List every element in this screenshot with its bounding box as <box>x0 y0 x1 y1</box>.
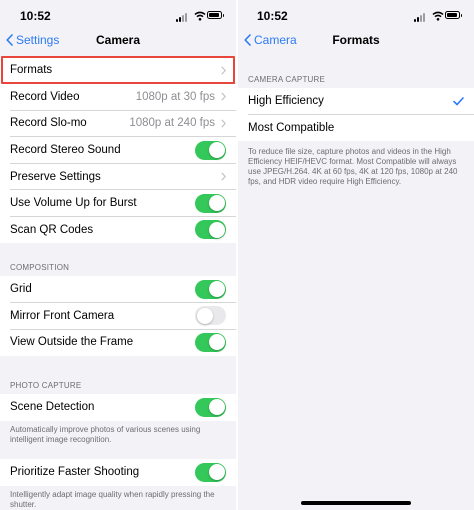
scan-qr-codes-row: Scan QR Codes <box>0 217 236 244</box>
chevron-right-icon <box>221 66 226 75</box>
mirror-front-camera-row: Mirror Front Camera <box>0 303 236 330</box>
cellular-signal-icon-bar <box>423 13 425 22</box>
status-time: 10:52 <box>257 9 288 23</box>
record-slomo-row[interactable]: Record Slo-mo 1080p at 240 fps <box>0 110 236 137</box>
record-video-row[interactable]: Record Video 1080p at 30 fps <box>0 84 236 111</box>
formats-footer: To reduce file size, capture photos and … <box>248 147 458 186</box>
composition-group: Grid Mirror Front Camera View Outside th… <box>0 276 236 356</box>
status-icons <box>414 10 462 22</box>
camera-options-group: Formats Record Video 1080p at 30 fps Rec… <box>0 57 236 244</box>
toggle-knob <box>208 221 225 238</box>
battery-icon <box>207 11 224 19</box>
row-label: Scan QR Codes <box>10 223 94 236</box>
row-label: Preserve Settings <box>10 170 101 183</box>
volume-up-burst-toggle[interactable] <box>195 193 226 213</box>
cellular-signal-icon <box>414 19 416 22</box>
view-outside-frame-toggle[interactable] <box>195 332 226 352</box>
toggle-knob <box>196 307 213 324</box>
battery-icon <box>445 11 462 19</box>
volume-up-burst-row: Use Volume Up for Burst <box>0 190 236 217</box>
row-label: Record Slo-mo <box>10 117 87 130</box>
row-label: Record Stereo Sound <box>10 144 121 157</box>
view-outside-frame-row: View Outside the Frame <box>0 329 236 356</box>
prioritize-footer: Intelligently adapt image quality when r… <box>10 490 215 509</box>
row-label: High Efficiency <box>248 95 324 108</box>
toggle-knob <box>208 195 225 212</box>
row-label: Scene Detection <box>10 401 95 414</box>
back-button[interactable]: Camera <box>244 33 297 47</box>
mirror-front-camera-toggle[interactable] <box>195 306 226 326</box>
cellular-signal-icon <box>176 19 178 22</box>
status-bar: 10:52 <box>238 0 474 30</box>
row-label: Mirror Front Camera <box>10 309 115 322</box>
chevron-left-icon <box>244 34 251 46</box>
scene-detection-group: Scene Detection <box>0 394 236 421</box>
high-efficiency-option[interactable]: High Efficiency <box>238 88 474 115</box>
cellular-signal-icon-bar <box>417 17 419 22</box>
formats-screen: 10:52 Camera Formats CAMERA CAPTURE High… <box>238 0 474 510</box>
row-label: Prioritize Faster Shooting <box>10 466 140 479</box>
cellular-signal-icon-bar <box>179 17 181 22</box>
back-button[interactable]: Settings <box>6 33 59 47</box>
toggle-knob <box>208 464 225 481</box>
chevron-right-icon <box>221 92 226 101</box>
toggle-knob <box>208 399 225 416</box>
record-stereo-sound-row: Record Stereo Sound <box>0 137 236 164</box>
row-value: 1080p at 30 fps <box>135 90 215 103</box>
cellular-signal-icon-bar <box>185 13 187 22</box>
chevron-right-icon <box>221 119 226 128</box>
prioritize-group: Prioritize Faster Shooting <box>0 459 236 486</box>
camera-capture-group: High Efficiency Most Compatible <box>238 88 474 142</box>
scene-detection-row: Scene Detection <box>0 394 236 421</box>
camera-settings-screen: 10:52 Settings Camera Formats Record Vid… <box>0 0 236 510</box>
toggle-knob <box>208 142 225 159</box>
cellular-signal-icon-bar <box>182 15 184 22</box>
prioritize-faster-shooting-row: Prioritize Faster Shooting <box>0 459 236 486</box>
prioritize-faster-shooting-toggle[interactable] <box>195 462 226 482</box>
home-indicator <box>301 501 411 505</box>
cellular-signal-icon-bar <box>420 15 422 22</box>
wifi-icon <box>432 11 444 21</box>
scene-detection-footer: Automatically improve photos of various … <box>10 425 201 444</box>
grid-toggle[interactable] <box>195 279 226 299</box>
grid-row: Grid <box>0 276 236 303</box>
wifi-icon <box>194 11 206 21</box>
status-bar: 10:52 <box>0 0 236 30</box>
row-label: Use Volume Up for Burst <box>10 197 137 210</box>
section-header-photo-capture: PHOTO CAPTURE <box>10 381 82 390</box>
nav-bar: Settings Camera <box>0 30 236 54</box>
row-label: Formats <box>10 64 53 77</box>
scan-qr-codes-toggle[interactable] <box>195 220 226 240</box>
status-icons <box>176 10 224 22</box>
section-header-camera-capture: CAMERA CAPTURE <box>248 75 326 84</box>
row-value: 1080p at 240 fps <box>129 117 215 130</box>
row-label: Record Video <box>10 90 80 103</box>
most-compatible-option[interactable]: Most Compatible <box>238 115 474 142</box>
status-time: 10:52 <box>20 9 51 23</box>
chevron-left-icon <box>6 34 13 46</box>
scene-detection-toggle[interactable] <box>195 397 226 417</box>
toggle-knob <box>208 281 225 298</box>
toggle-knob <box>208 334 225 351</box>
formats-row[interactable]: Formats <box>0 57 236 84</box>
back-label: Settings <box>16 33 60 47</box>
checkmark-icon <box>453 96 464 106</box>
section-header-composition: COMPOSITION <box>10 263 70 272</box>
nav-bar: Camera Formats <box>238 30 474 54</box>
row-label: Grid <box>10 283 32 296</box>
record-stereo-sound-toggle[interactable] <box>195 140 226 160</box>
preserve-settings-row[interactable]: Preserve Settings <box>0 163 236 190</box>
back-label: Camera <box>254 33 297 47</box>
row-label: Most Compatible <box>248 121 335 134</box>
row-label: View Outside the Frame <box>10 336 134 349</box>
chevron-right-icon <box>221 172 226 181</box>
